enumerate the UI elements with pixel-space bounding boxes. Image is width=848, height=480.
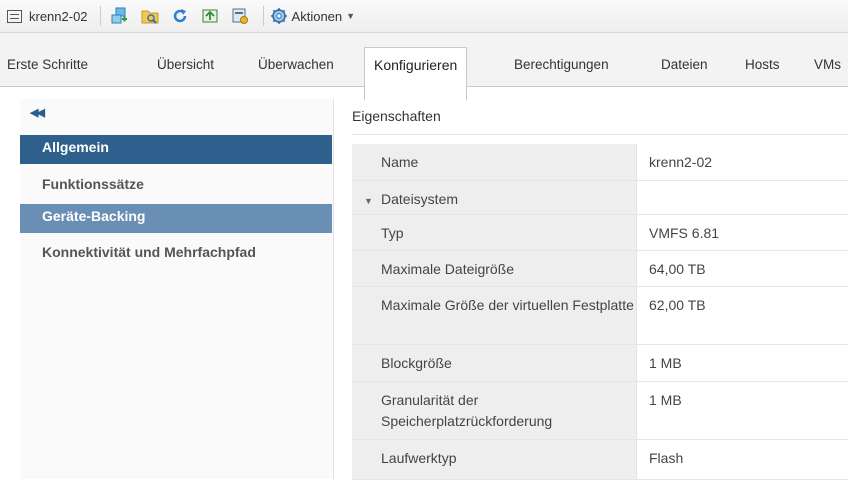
property-group-name: ▼ Dateisystem	[352, 181, 637, 214]
property-value: 1 MB	[649, 355, 682, 371]
table-row: Blockgröße 1 MB	[352, 345, 848, 382]
group-label: Dateisystem	[381, 191, 459, 207]
property-name: Laufwerktyp	[352, 440, 637, 479]
tab-uebersicht[interactable]: Übersicht	[157, 33, 214, 86]
table-row: Typ VMFS 6.81	[352, 215, 848, 251]
table-row: Granularität der Speicherplatzrückforder…	[352, 382, 848, 440]
property-name: Typ	[352, 215, 637, 250]
tab-vms[interactable]: VMs	[814, 33, 841, 86]
datastore-icon	[7, 9, 22, 23]
object-title-label: krenn2-02	[29, 8, 88, 24]
tab-ueberwachen[interactable]: Überwachen	[258, 33, 334, 86]
table-row: Name krenn2-02	[352, 144, 848, 181]
property-value: 64,00 TB	[649, 261, 706, 277]
property-value: VMFS 6.81	[649, 225, 720, 241]
table-row: Maximale Dateigröße 64,00 TB	[352, 251, 848, 287]
property-name: Maximale Dateigröße	[352, 251, 637, 286]
sidebar-item-konnektivitaet[interactable]: Konnektivität und Mehrfachpfad	[20, 240, 332, 269]
register-vm-icon[interactable]	[111, 7, 129, 25]
property-name: Maximale Größe der virtuellen Festplatte	[352, 287, 637, 344]
double-chevron-left-icon[interactable]: ◀◀	[30, 106, 45, 119]
increase-capacity-icon[interactable]	[201, 7, 219, 25]
sidebar-item-geraete-backing[interactable]: Geräte-Backing	[20, 204, 332, 233]
tab-berechtigungen[interactable]: Berechtigungen	[514, 33, 609, 86]
property-name: Name	[352, 144, 637, 180]
divider	[352, 134, 848, 135]
actions-menu-button[interactable]: Aktionen ▼	[270, 7, 356, 25]
table-row-group[interactable]: ▼ Dateisystem	[352, 181, 848, 215]
sidebar: ◀◀ Allgemein Funktionssätze Geräte-Backi…	[20, 99, 334, 479]
datastore-settings-icon[interactable]	[231, 7, 249, 25]
property-value: 1 MB	[649, 392, 682, 408]
table-row: Maximale Größe der virtuellen Festplatte…	[352, 287, 848, 345]
property-value: krenn2-02	[649, 154, 713, 170]
property-name: Granularität der Speicherplatzrückforder…	[352, 382, 637, 439]
sidebar-item-funktionssaetze[interactable]: Funktionssätze	[20, 172, 332, 201]
browse-files-icon[interactable]	[141, 7, 159, 25]
property-value: Flash	[649, 450, 684, 466]
chevron-down-icon[interactable]: ▼	[364, 191, 373, 212]
tab-hosts[interactable]: Hosts	[745, 33, 780, 86]
table-row: Laufwerktyp Flash	[352, 440, 848, 480]
tab-erste-schritte[interactable]: Erste Schritte	[7, 33, 88, 86]
gear-icon	[270, 8, 287, 24]
tab-dateien[interactable]: Dateien	[661, 33, 708, 86]
object-title: krenn2-02	[7, 9, 88, 24]
actions-label: Aktionen	[291, 8, 343, 24]
property-name: Blockgröße	[352, 345, 637, 381]
chevron-down-icon: ▼	[346, 11, 356, 21]
properties-header: Eigenschaften	[352, 108, 441, 124]
sidebar-item-allgemein[interactable]: Allgemein	[20, 135, 332, 164]
toolbar-separator	[99, 6, 101, 26]
tab-konfigurieren[interactable]: Konfigurieren	[364, 47, 468, 101]
property-value: 62,00 TB	[649, 297, 706, 313]
toolbar-separator	[262, 6, 264, 26]
refresh-icon[interactable]	[171, 7, 189, 25]
toolbar: krenn2-02 Aktionen ▼	[0, 0, 848, 33]
tab-bar: Erste Schritte Übersicht Überwachen Konf…	[0, 33, 848, 101]
